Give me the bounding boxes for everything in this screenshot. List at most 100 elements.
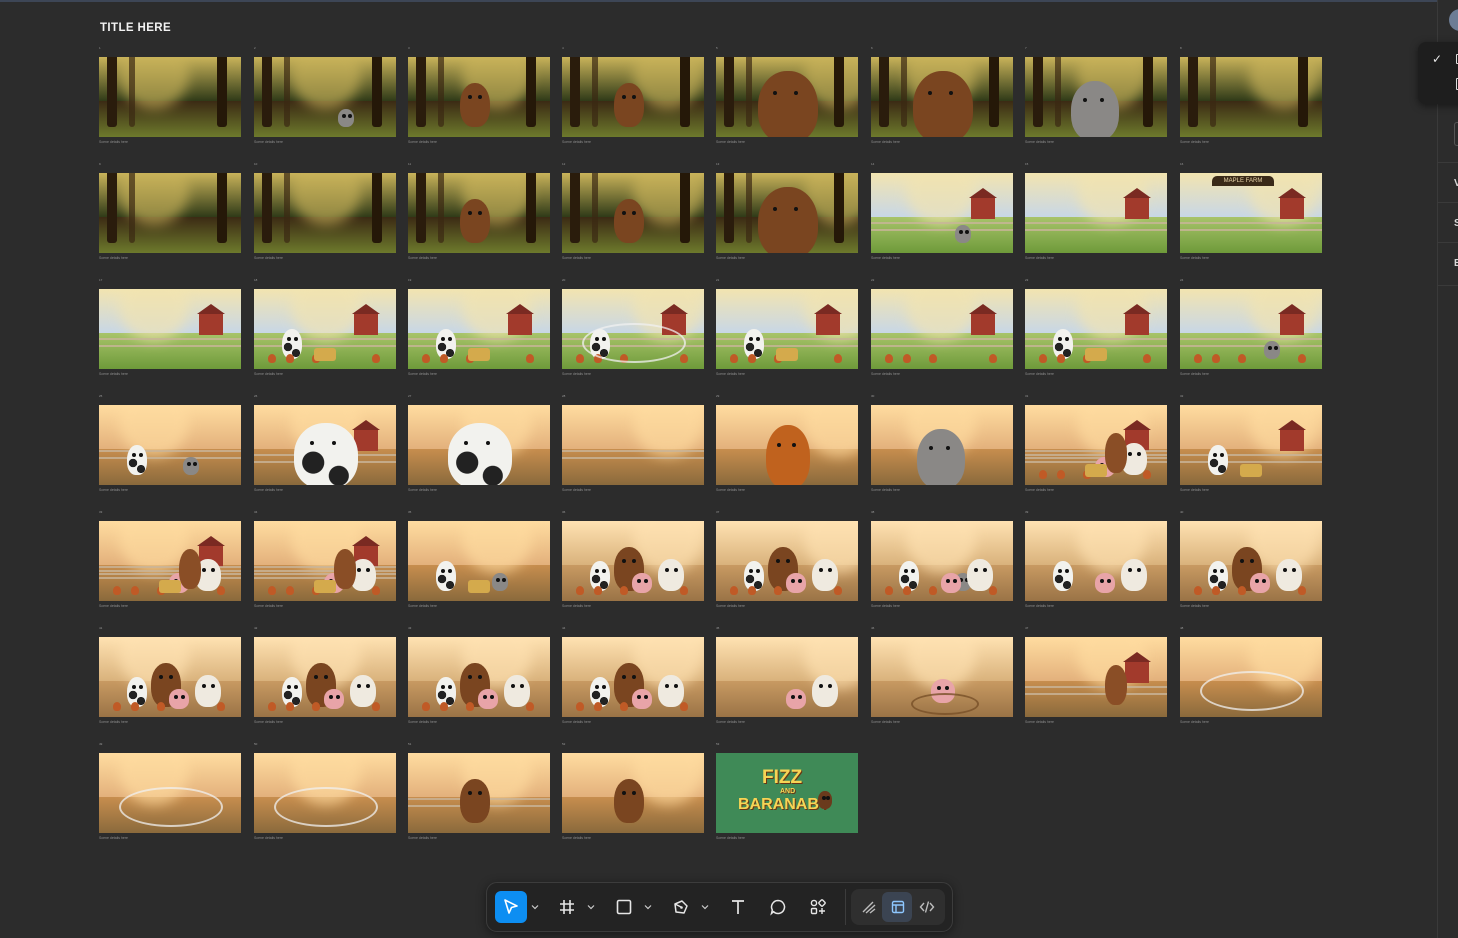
hay-bale	[1240, 464, 1262, 477]
fence	[254, 338, 396, 347]
eye	[949, 91, 953, 96]
hay-bale	[468, 580, 490, 593]
rectangle-icon	[616, 899, 632, 915]
scene-thumbnail	[1180, 57, 1322, 137]
sheep-figure	[504, 675, 530, 707]
chevron-down-icon[interactable]	[587, 903, 595, 911]
scene-caption: Scene details here	[871, 720, 900, 724]
comment-tool-button[interactable]	[762, 891, 794, 923]
fence	[1025, 686, 1167, 695]
panel-section-label: S	[1454, 218, 1458, 229]
eye	[794, 207, 798, 212]
hen-figure	[1238, 586, 1246, 595]
avatar[interactable]	[1449, 9, 1458, 31]
eye	[621, 95, 626, 100]
hen-figure	[1039, 470, 1047, 479]
tree-trunk	[746, 173, 752, 243]
hay-bale	[776, 348, 798, 361]
eye	[1291, 567, 1296, 572]
eye	[201, 683, 206, 688]
eye	[826, 796, 831, 801]
hen-figure	[286, 354, 294, 363]
board-title: TITLE HERE	[100, 22, 172, 34]
frame-tool-button[interactable]	[551, 891, 583, 923]
scene-thumbnail	[254, 637, 396, 717]
hen-figure	[989, 586, 997, 595]
tree-trunk	[834, 57, 844, 127]
scene-thumbnail	[99, 173, 241, 253]
title-card-text: AND	[780, 788, 796, 795]
eye	[324, 675, 328, 680]
scene-caption: Scene details here	[408, 140, 437, 144]
scene-thumbnail	[99, 521, 241, 601]
actions-tool-button[interactable]	[802, 891, 834, 923]
hen-figure	[1194, 586, 1202, 595]
shape-tool-button[interactable]	[608, 891, 640, 923]
frame-number: 41	[99, 626, 103, 630]
eye	[664, 683, 669, 688]
frame-number: 48	[1180, 626, 1184, 630]
chevron-down-icon[interactable]	[701, 903, 709, 911]
eye	[519, 683, 524, 688]
hen-figure	[620, 586, 628, 595]
tree-trunk	[262, 173, 272, 243]
eye	[441, 337, 445, 342]
scene-thumbnail	[871, 405, 1013, 485]
bear-figure	[758, 71, 818, 137]
dev-mode-button[interactable]	[911, 891, 943, 923]
hen-figure	[1212, 586, 1220, 595]
scene-thumbnail	[562, 57, 704, 137]
hen-figure	[680, 354, 688, 363]
eye	[775, 559, 780, 564]
scene-thumbnail	[716, 521, 858, 601]
scene-caption: Scene details here	[408, 836, 437, 840]
hen-figure	[113, 586, 121, 595]
frame-number: 25	[99, 394, 103, 398]
move-tool-button[interactable]	[495, 891, 527, 923]
tree-trunk	[217, 57, 227, 127]
hen-figure	[1212, 354, 1220, 363]
scene-thumbnail	[1025, 173, 1167, 253]
scene-caption: Scene details here	[562, 140, 591, 144]
tree-trunk	[592, 57, 598, 127]
fence	[1025, 338, 1167, 347]
draw-mode-button[interactable]	[853, 891, 885, 923]
chevron-down-icon[interactable]	[644, 903, 652, 911]
eye	[336, 694, 340, 699]
cow-figure	[1208, 445, 1228, 475]
eye	[818, 567, 823, 572]
rooster-figure	[766, 425, 810, 485]
scene-thumbnail	[1180, 637, 1322, 717]
design-mode-button[interactable]	[882, 891, 914, 923]
eye	[827, 683, 832, 688]
frame-number: 11	[408, 162, 412, 166]
hay-bale	[468, 348, 490, 361]
scene-thumbnail	[254, 521, 396, 601]
eye	[342, 114, 346, 119]
pen-tool-button[interactable]	[665, 891, 697, 923]
eye	[356, 683, 361, 688]
mouse-figure	[955, 225, 971, 243]
eye	[478, 791, 482, 796]
tree-trunk	[834, 173, 844, 243]
tree-trunk	[129, 173, 135, 243]
check-icon[interactable]: ✓	[1432, 52, 1442, 66]
text-tool-button[interactable]	[722, 891, 754, 923]
eye	[773, 207, 777, 212]
tree-trunk	[526, 173, 536, 243]
tree-trunk	[989, 57, 999, 127]
scene-caption: Scene details here	[254, 604, 283, 608]
eye	[365, 683, 370, 688]
frame-number: 12	[562, 162, 566, 166]
panel-field[interactable]	[1454, 122, 1458, 146]
chevron-down-icon[interactable]	[531, 903, 539, 911]
eye	[448, 569, 452, 574]
bottom-toolbar	[486, 882, 953, 932]
frame-number: 30	[871, 394, 875, 398]
scene-thumbnail	[1180, 289, 1322, 369]
frame-number: 51	[408, 742, 412, 746]
frame-number: 26	[254, 394, 258, 398]
frame-number: 40	[1180, 510, 1184, 514]
eye	[621, 559, 626, 564]
hen-figure	[372, 354, 380, 363]
